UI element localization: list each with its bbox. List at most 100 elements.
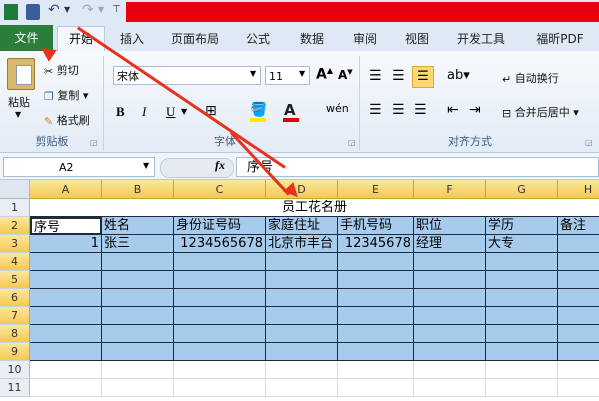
data-cell[interactable] [266,271,338,289]
data-cell[interactable] [102,253,174,271]
column-header-b[interactable]: B [102,180,174,199]
data-cell[interactable] [558,307,599,325]
row-header-3[interactable]: 3 [0,235,30,253]
data-cell[interactable] [558,253,599,271]
column-header-g[interactable]: G [486,180,558,199]
data-cell[interactable] [30,343,102,361]
data-cell[interactable] [30,271,102,289]
data-cell[interactable] [338,271,414,289]
grow-font-icon[interactable]: A▲ [316,66,333,83]
data-cell[interactable] [558,361,599,379]
row-header-6[interactable]: 6 [0,289,30,307]
data-cell[interactable] [266,253,338,271]
row-header-7[interactable]: 7 [0,307,30,325]
font-size-dropdown-icon[interactable]: ▼ [299,69,305,78]
header-cell[interactable]: 备注 [558,217,599,235]
orientation-icon[interactable]: ab▾ [447,68,470,83]
name-box[interactable]: A2 [3,157,155,177]
header-cell[interactable]: 职位 [414,217,486,235]
data-cell[interactable] [558,289,599,307]
data-cell[interactable] [486,271,558,289]
data-cell[interactable] [414,289,486,307]
data-cell[interactable] [338,343,414,361]
tab-formulas[interactable]: 公式 [238,28,278,50]
shrink-font-icon[interactable]: A▼ [338,68,353,82]
row-header-4[interactable]: 4 [0,253,30,271]
data-cell[interactable] [414,271,486,289]
customize-quick-access-icon[interactable]: ⊤ [112,4,121,15]
paste-icon[interactable] [7,58,35,90]
data-cell[interactable] [266,361,338,379]
data-cell[interactable] [414,307,486,325]
undo-dropdown-icon[interactable]: ▼ [64,5,70,14]
data-cell[interactable] [414,379,486,397]
row-header-1[interactable]: 1 [0,199,30,217]
data-cell[interactable] [174,253,266,271]
data-cell[interactable] [30,379,102,397]
tab-review[interactable]: 审阅 [345,28,385,50]
data-cell[interactable]: 经理 [414,235,486,253]
row-header-10[interactable]: 10 [0,361,30,379]
data-cell[interactable]: 北京市丰台 [266,235,338,253]
row-header-2[interactable]: 2 [0,217,30,235]
data-cell[interactable] [174,379,266,397]
data-cell[interactable] [174,289,266,307]
alignment-launcher-icon[interactable]: ◲ [585,138,593,147]
save-icon[interactable] [26,4,40,20]
font-color-icon[interactable]: A [284,101,296,119]
data-cell[interactable] [338,307,414,325]
data-cell[interactable] [266,343,338,361]
header-cell[interactable]: 身份证号码 [174,217,266,235]
redo-dropdown-icon[interactable]: ▼ [98,5,104,14]
data-cell[interactable] [486,361,558,379]
paste-button[interactable]: 粘贴 [8,94,30,110]
font-name-dropdown-icon[interactable]: ▼ [250,69,256,78]
data-cell[interactable] [174,343,266,361]
row-header-5[interactable]: 5 [0,271,30,289]
column-header-h[interactable]: H [558,180,599,199]
align-middle-icon[interactable]: ☰ [392,68,405,84]
data-cell[interactable]: 大专 [486,235,558,253]
bold-button[interactable]: B [116,104,125,120]
paste-dropdown-icon[interactable]: ▼ [15,110,21,119]
data-cell[interactable] [174,271,266,289]
align-left-icon[interactable]: ☰ [369,102,382,118]
column-header-f[interactable]: F [414,180,486,199]
header-cell[interactable]: 家庭住址 [266,217,338,235]
clipboard-launcher-icon[interactable]: ◲ [90,138,98,147]
data-cell[interactable] [486,325,558,343]
header-cell[interactable]: 序号 [30,217,102,235]
align-bottom-icon[interactable]: ☰ [412,66,434,88]
cut-button[interactable]: ✂ 剪切 [44,62,79,78]
data-cell[interactable] [338,325,414,343]
wrap-text-button[interactable]: ↵ 自动换行 [502,70,559,86]
data-cell[interactable] [486,289,558,307]
underline-dropdown-icon[interactable]: ▼ [181,107,187,116]
data-cell[interactable] [30,361,102,379]
tab-developer[interactable]: 开发工具 [448,28,514,50]
underline-button[interactable]: U [166,104,175,120]
data-cell[interactable] [102,379,174,397]
data-cell[interactable] [414,325,486,343]
tab-insert[interactable]: 插入 [112,28,152,50]
data-cell[interactable] [414,361,486,379]
data-cell[interactable] [338,379,414,397]
italic-button[interactable]: I [142,104,146,120]
header-cell[interactable]: 手机号码 [338,217,414,235]
data-cell[interactable] [558,379,599,397]
formula-input[interactable]: 序号 [236,157,599,177]
column-header-a[interactable]: A [30,180,102,199]
data-cell[interactable] [266,307,338,325]
row-header-9[interactable]: 9 [0,343,30,361]
data-cell[interactable] [174,307,266,325]
data-cell[interactable]: 张三 [102,235,174,253]
data-cell[interactable] [338,253,414,271]
data-cell[interactable] [102,289,174,307]
data-cell[interactable]: 1234565678 [174,235,266,253]
tab-data[interactable]: 数据 [292,28,332,50]
tab-foxit-pdf[interactable]: 福昕PDF [527,28,593,50]
data-cell[interactable] [102,271,174,289]
row-header-11[interactable]: 11 [0,379,30,397]
align-center-icon[interactable]: ☰ [392,102,405,118]
copy-button[interactable]: ❐ 复制 ▾ [44,87,88,103]
